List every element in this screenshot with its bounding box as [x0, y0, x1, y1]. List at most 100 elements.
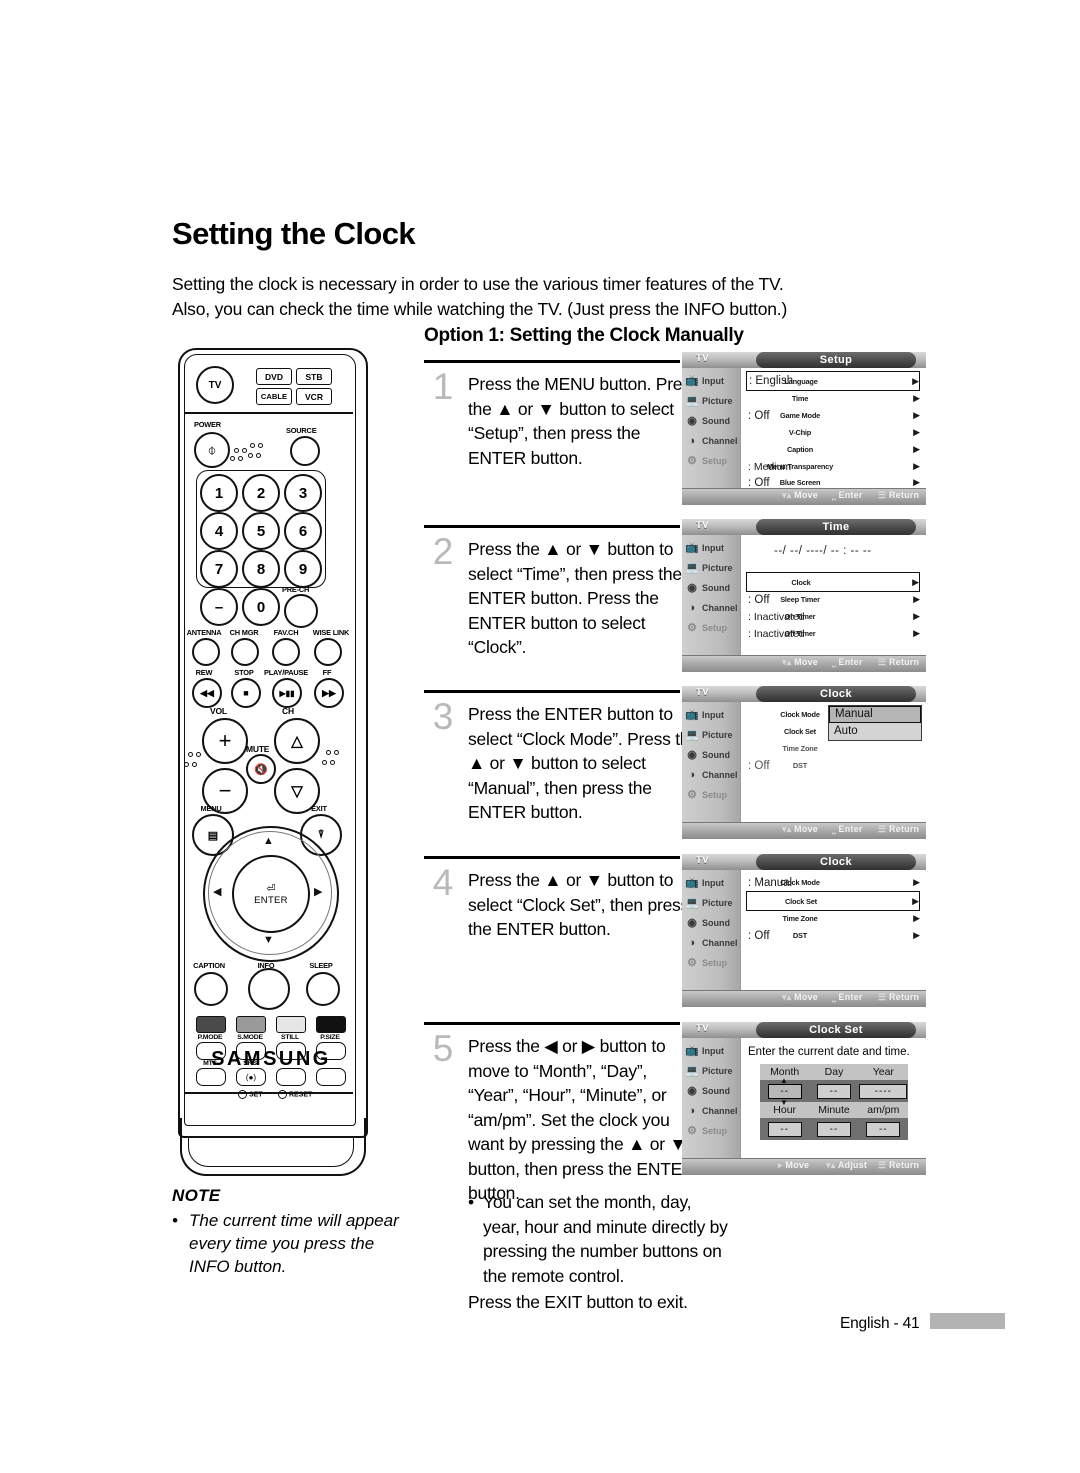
menu-row-on-timer[interactable]: On Timer : Inactivated ▶	[748, 608, 920, 625]
year-cell[interactable]: ----	[859, 1083, 908, 1099]
color-key-medium-gray[interactable]	[236, 1016, 266, 1033]
sidebar-item-picture[interactable]: 💻 Picture	[682, 725, 740, 745]
wise-link-button[interactable]	[314, 638, 342, 666]
nav-up-icon[interactable]: ▲	[263, 835, 274, 847]
month-input[interactable]: --	[767, 1083, 802, 1099]
sleep-button[interactable]	[306, 972, 340, 1006]
year-input[interactable]: ----	[859, 1083, 908, 1099]
nav-left-icon[interactable]: ◀	[213, 885, 221, 898]
menu-row-caption[interactable]: Caption ▶	[748, 441, 920, 458]
sidebar-item-input[interactable]: 📺 Input	[682, 1041, 740, 1061]
menu-row-language[interactable]: Language : English ▶	[746, 371, 920, 391]
minus-button[interactable]: –	[200, 588, 238, 626]
volume-up-button[interactable]: +	[202, 718, 248, 764]
sidebar-item-picture[interactable]: 💻 Picture	[682, 558, 740, 578]
sidebar-item-channel[interactable]: ◑ Channel	[682, 431, 740, 451]
number-button-1[interactable]: 1	[200, 474, 238, 512]
number-button-0[interactable]: 0	[242, 588, 280, 626]
info-button[interactable]	[248, 968, 290, 1010]
sidebar-item-channel[interactable]: ◑ Channel	[682, 1101, 740, 1121]
minute-input[interactable]: --	[816, 1121, 851, 1137]
color-key-black[interactable]	[316, 1016, 346, 1033]
sidebar-item-picture[interactable]: 💻 Picture	[682, 893, 740, 913]
day-input[interactable]: --	[816, 1083, 851, 1099]
sidebar-item-picture[interactable]: 💻 Picture	[682, 1061, 740, 1081]
stb-device-button[interactable]: STB	[296, 368, 332, 385]
sidebar-item-setup[interactable]: ⚙ Setup	[682, 618, 740, 638]
nav-right-icon[interactable]: ▶	[314, 885, 322, 898]
menu-row-menu-transparency[interactable]: Menu Transparency : Medium ▶	[748, 458, 920, 475]
menu-row-clock-mode[interactable]: Clock Mode : Manual ▶	[748, 874, 920, 891]
menu-row-sleep-timer[interactable]: Sleep Timer : Off ▶	[748, 591, 920, 608]
antenna-button[interactable]	[192, 638, 220, 666]
source-button[interactable]	[290, 436, 320, 466]
ampm-cell[interactable]: --	[859, 1121, 908, 1137]
clock-mode-popup[interactable]: Manual Auto	[828, 705, 922, 741]
sidebar-item-channel[interactable]: ◑ Channel	[682, 765, 740, 785]
number-button-2[interactable]: 2	[242, 474, 280, 512]
ff-button[interactable]: ▶▶	[314, 678, 344, 708]
sidebar-item-setup[interactable]: ⚙ Setup	[682, 1121, 740, 1141]
ampm-input[interactable]: --	[866, 1121, 901, 1137]
sidebar-item-input[interactable]: 📺 Input	[682, 371, 740, 391]
fav-ch-button[interactable]	[272, 638, 300, 666]
cable-device-button[interactable]: CABLE	[256, 388, 292, 405]
power-button[interactable]: ⌽	[194, 432, 230, 468]
sidebar-item-input[interactable]: 📺 Input	[682, 705, 740, 725]
color-key-dark-gray[interactable]	[196, 1016, 226, 1033]
color-key-light-gray[interactable]	[276, 1016, 306, 1033]
hour-cell[interactable]: --	[760, 1121, 809, 1137]
number-button-7[interactable]: 7	[200, 550, 238, 588]
tv-device-button[interactable]: TV	[196, 366, 234, 404]
sidebar-item-input[interactable]: 📺 Input	[682, 873, 740, 893]
menu-row-dst[interactable]: DST : Off	[748, 757, 920, 774]
menu-row-v-chip[interactable]: V-Chip ▶	[748, 424, 920, 441]
mute-button[interactable]: 🔇	[246, 754, 276, 784]
menu-row-clock-set[interactable]: Clock Set ▶	[746, 891, 920, 911]
sidebar-item-sound[interactable]: ◉ Sound	[682, 745, 740, 765]
number-button-4[interactable]: 4	[200, 512, 238, 550]
sidebar-item-picture[interactable]: 💻 Picture	[682, 391, 740, 411]
menu-row-clock[interactable]: Clock ▶	[746, 572, 920, 592]
hour-input[interactable]: --	[767, 1121, 802, 1137]
sidebar-item-channel[interactable]: ◑ Channel	[682, 933, 740, 953]
number-button-6[interactable]: 6	[284, 512, 322, 550]
menu-row-time-zone[interactable]: Time Zone	[748, 740, 920, 757]
sidebar-item-sound[interactable]: ◉ Sound	[682, 1081, 740, 1101]
day-cell[interactable]: --	[809, 1083, 858, 1099]
month-cell[interactable]: --	[760, 1083, 809, 1099]
channel-up-button[interactable]: △	[274, 718, 320, 764]
menu-row-dst[interactable]: DST : Off ▶	[748, 927, 920, 944]
minute-cell[interactable]: --	[809, 1121, 858, 1137]
dvd-device-button[interactable]: DVD	[256, 368, 292, 385]
number-button-5[interactable]: 5	[242, 512, 280, 550]
number-button-9[interactable]: 9	[284, 550, 322, 588]
sidebar-item-setup[interactable]: ⚙ Setup	[682, 451, 740, 471]
prech-button[interactable]	[284, 594, 318, 628]
menu-row-time-zone[interactable]: Time Zone ▶	[748, 910, 920, 927]
stop-button[interactable]: ■	[231, 678, 261, 708]
caption-button[interactable]	[194, 972, 228, 1006]
sidebar-item-sound[interactable]: ◉ Sound	[682, 411, 740, 431]
sidebar-item-sound[interactable]: ◉ Sound	[682, 578, 740, 598]
sidebar-item-input[interactable]: 📺 Input	[682, 538, 740, 558]
menu-row-off-timer[interactable]: Off Timer : Inactivated ▶	[748, 625, 920, 642]
enter-icon: ⏎	[266, 883, 276, 895]
number-button-8[interactable]: 8	[242, 550, 280, 588]
nav-down-icon[interactable]: ▼	[263, 934, 274, 946]
sidebar-item-channel[interactable]: ◑ Channel	[682, 598, 740, 618]
enter-button[interactable]: ⏎ ENTER	[232, 855, 310, 933]
rew-button[interactable]: ◀◀	[192, 678, 222, 708]
play-pause-button[interactable]: ▶▮▮	[272, 678, 302, 708]
ch-mgr-button[interactable]	[231, 638, 259, 666]
popup-option-manual[interactable]: Manual	[829, 706, 921, 723]
menu-row-time[interactable]: Time ▶	[748, 390, 920, 407]
sidebar-item-setup[interactable]: ⚙ Setup	[682, 785, 740, 805]
menu-row-game-mode[interactable]: Game Mode : Off ▶	[748, 407, 920, 424]
row-label: Caption	[786, 445, 814, 454]
vcr-device-button[interactable]: VCR	[296, 388, 332, 405]
sidebar-item-sound[interactable]: ◉ Sound	[682, 913, 740, 933]
number-button-3[interactable]: 3	[284, 474, 322, 512]
popup-option-auto[interactable]: Auto	[829, 723, 921, 740]
sidebar-item-setup[interactable]: ⚙ Setup	[682, 953, 740, 973]
